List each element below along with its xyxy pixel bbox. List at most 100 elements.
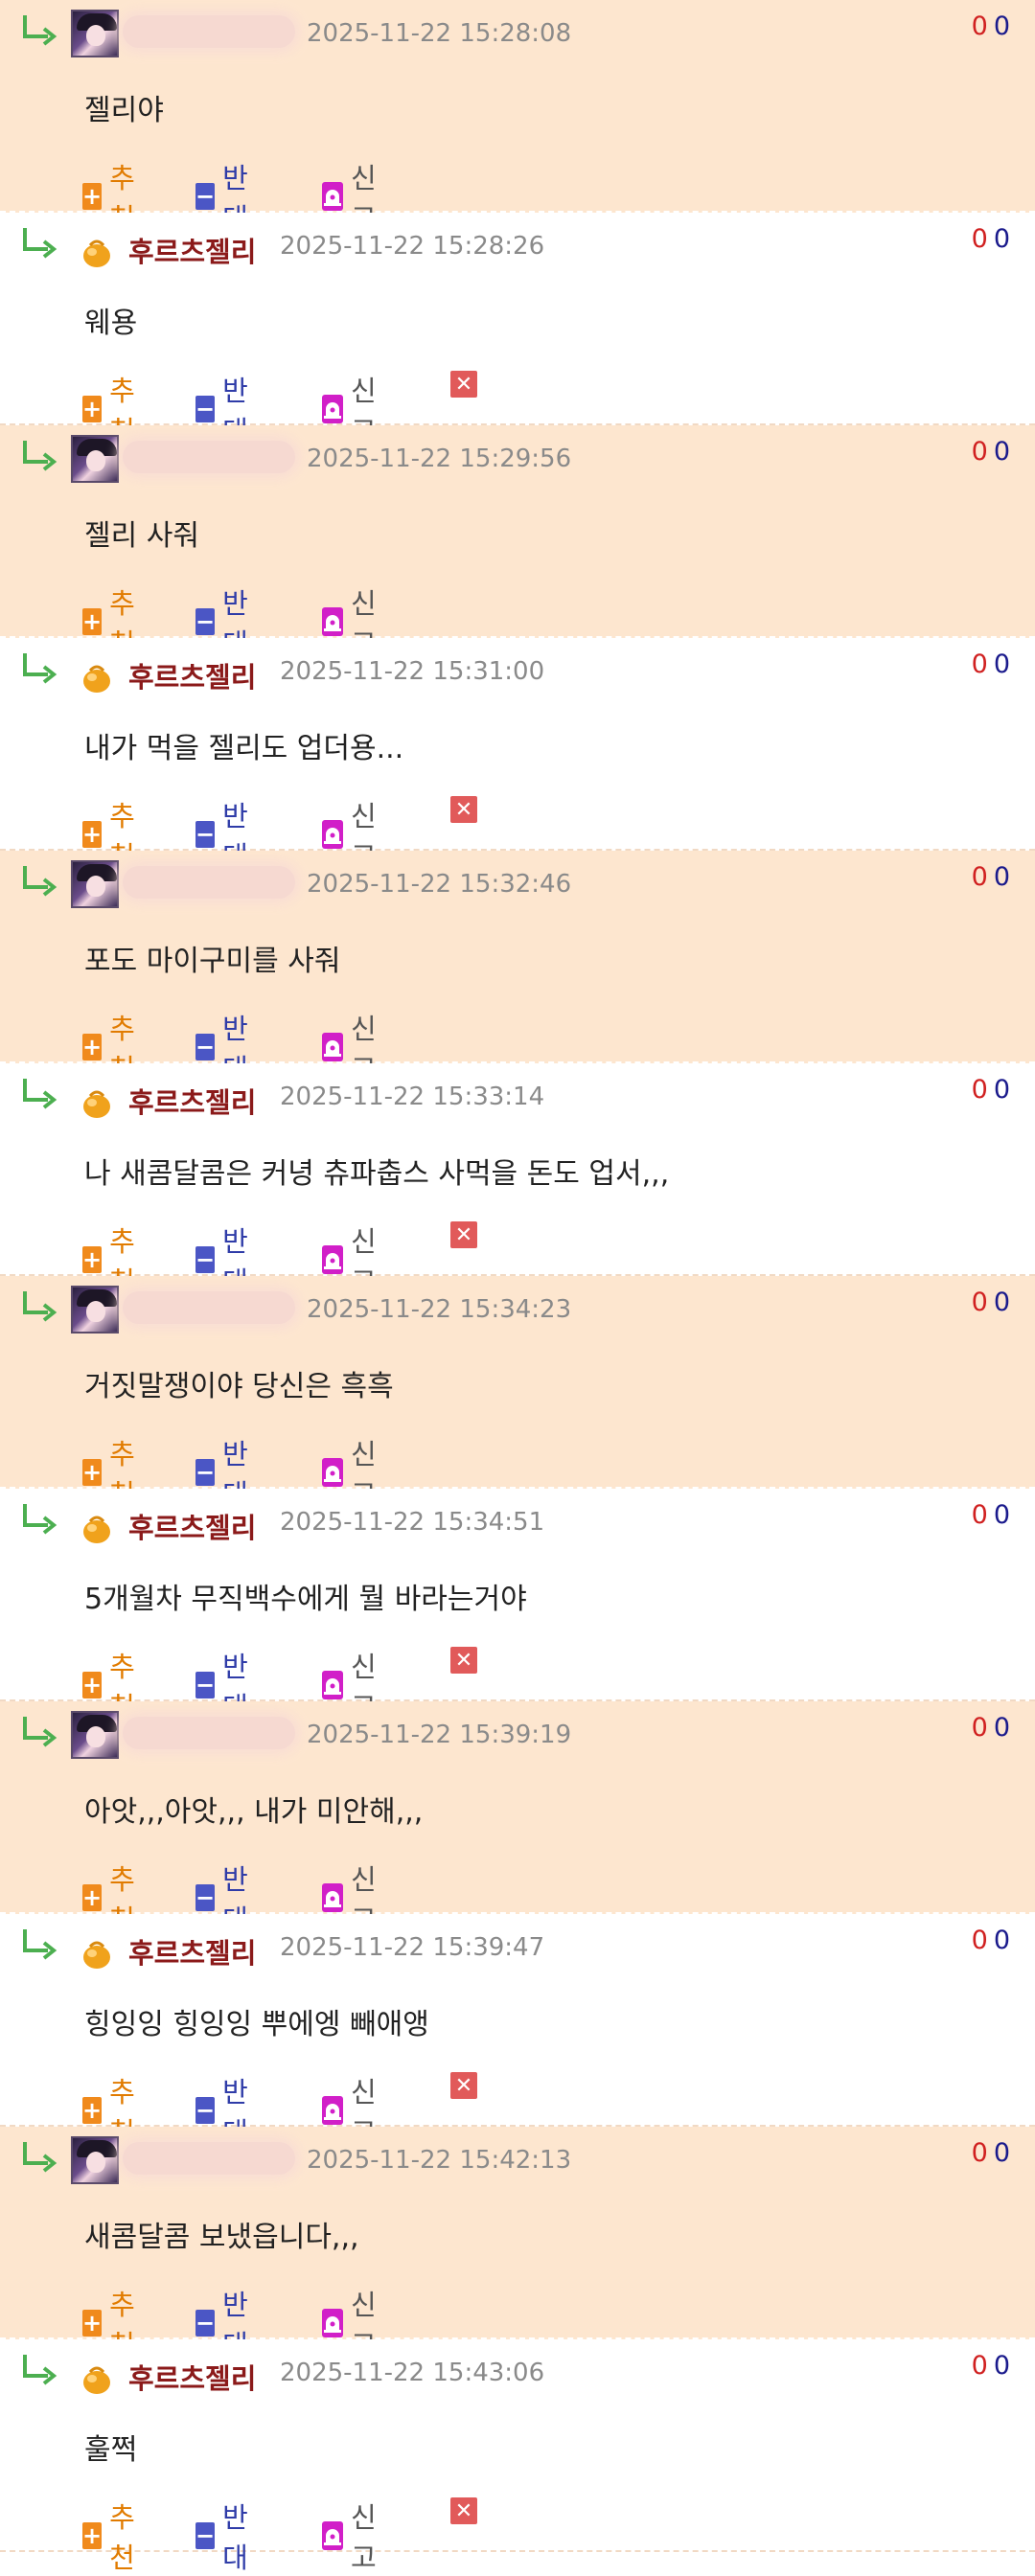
vote-score: 00 xyxy=(972,224,1010,254)
vote-score: 00 xyxy=(972,650,1010,679)
plus-icon: + xyxy=(82,1672,103,1698)
reply-arrow-icon xyxy=(19,651,58,686)
upvote-count: 0 xyxy=(971,650,988,679)
delete-button[interactable]: ✕ xyxy=(450,371,477,398)
reply-arrow-icon xyxy=(19,1502,58,1537)
comment-text: 젤리 사줘 xyxy=(84,519,199,553)
author-name[interactable]: 후르츠젤리 xyxy=(128,655,256,695)
minus-icon: − xyxy=(196,1459,216,1486)
comment-timestamp: 2025-11-22 15:29:56 xyxy=(307,445,572,473)
recommend-label: 추천 xyxy=(109,2501,135,2574)
comment-timestamp: 2025-11-22 15:31:00 xyxy=(280,657,545,686)
comment-item: 후르츠젤리 2025-11-22 15:34:51 0 0 5개월차 무직백수에게 뭘 … xyxy=(0,1489,1035,1723)
siren-icon xyxy=(322,1458,343,1487)
plus-icon: + xyxy=(82,396,103,422)
comment-item: 2025-11-22 15:34:2300거짓말쟁이야 당신은 흑흑+추천−반대… xyxy=(0,1276,1035,1511)
downvote-count: 0 xyxy=(993,1075,1010,1105)
vote-score: 00 xyxy=(972,1288,1010,1317)
comment-item: 2025-11-22 15:32:4600포도 마이구미를 사줘+추천−반대신고 xyxy=(0,851,1035,1085)
minus-icon: − xyxy=(196,2522,216,2549)
author-name[interactable]: 후르츠젤리 xyxy=(128,230,256,270)
author-name[interactable]: 후르츠젤리 xyxy=(128,1506,256,1546)
siren-icon xyxy=(322,1033,343,1061)
reply-arrow-icon xyxy=(19,1289,58,1324)
report-button[interactable]: 신고 xyxy=(322,2496,384,2576)
upvote-count: 0 xyxy=(971,437,988,467)
upvote-count: 0 xyxy=(971,1713,988,1743)
avatar[interactable] xyxy=(71,435,119,483)
author-name[interactable]: 후르츠젤리 xyxy=(128,1931,256,1972)
avatar[interactable] xyxy=(71,1711,119,1759)
oppose-label: 반대 xyxy=(222,2501,248,2574)
comment-timestamp: 2025-11-22 15:33:14 xyxy=(280,1083,545,1111)
siren-icon xyxy=(322,2309,343,2337)
delete-button[interactable]: ✕ xyxy=(450,1647,477,1674)
blurred-author-name xyxy=(123,1717,295,1749)
downvote-count: 0 xyxy=(993,224,1010,254)
comment-text: 거짓말쟁이야 당신은 흑흑 xyxy=(84,1370,394,1403)
minus-icon: − xyxy=(196,821,216,848)
jelly-level-icon xyxy=(80,663,113,695)
comment-text: 젤리야 xyxy=(84,94,164,127)
jelly-level-icon xyxy=(80,1514,113,1546)
delete-button[interactable]: ✕ xyxy=(450,2497,477,2524)
downvote-count: 0 xyxy=(993,437,1010,467)
comment-item: 후르츠젤리 2025-11-22 15:39:47 0 0 힝잉잉 힝잉잉 뿌에엥 빼애… xyxy=(0,1914,1035,2149)
avatar[interactable] xyxy=(71,1286,119,1334)
comment-text: 포도 마이구미를 사줘 xyxy=(84,945,341,978)
downvote-count: 0 xyxy=(993,2138,1010,2168)
downvote-count: 0 xyxy=(993,1500,1010,1530)
delete-button[interactable]: ✕ xyxy=(450,796,477,823)
downvote-count: 0 xyxy=(993,2351,1010,2381)
comment-timestamp: 2025-11-22 15:34:51 xyxy=(280,1508,545,1537)
siren-icon xyxy=(322,1671,343,1699)
reply-arrow-icon xyxy=(19,13,58,48)
downvote-count: 0 xyxy=(993,1926,1010,1955)
comment-text: 웨용 xyxy=(84,307,138,340)
comment-timestamp: 2025-11-22 15:34:23 xyxy=(307,1295,572,1324)
comment-text: 내가 먹을 젤리도 업더용... xyxy=(84,732,404,765)
comment-item: 후르츠젤리2025-11-22 15:28:2600웨용+추천−반대신고✕ xyxy=(0,213,1035,447)
upvote-count: 0 xyxy=(971,1926,988,1955)
delete-button[interactable]: ✕ xyxy=(450,2072,477,2099)
close-icon: ✕ xyxy=(454,2498,473,2523)
siren-icon xyxy=(322,1245,343,1274)
plus-icon: + xyxy=(82,1246,103,1273)
comment-timestamp: 2025-11-22 15:28:08 xyxy=(307,19,572,48)
siren-icon xyxy=(322,607,343,636)
vote-score: 00 xyxy=(972,2138,1010,2168)
report-label: 신고 xyxy=(351,2501,377,2574)
author-name[interactable]: 후르츠젤리 xyxy=(128,1081,256,1121)
minus-icon: − xyxy=(196,1672,216,1698)
author-name[interactable]: 후르츠젤리 xyxy=(128,2357,256,2397)
avatar[interactable] xyxy=(71,2136,119,2184)
siren-icon xyxy=(322,182,343,211)
blurred-author-name xyxy=(123,1291,295,1324)
siren-icon xyxy=(322,820,343,849)
reply-arrow-icon xyxy=(19,226,58,261)
upvote-count: 0 xyxy=(971,1288,988,1317)
plus-icon: + xyxy=(82,1459,103,1486)
comment-text: 새콤달콤 보냈읍니다,,, xyxy=(84,2221,359,2254)
jelly-level-icon xyxy=(80,238,113,270)
siren-icon xyxy=(322,2521,343,2550)
oppose-button[interactable]: −반대 xyxy=(196,2496,256,2576)
downvote-count: 0 xyxy=(993,650,1010,679)
avatar[interactable] xyxy=(71,860,119,908)
jelly-level-icon xyxy=(80,2364,113,2397)
delete-button[interactable]: ✕ xyxy=(450,1221,477,1248)
downvote-count: 0 xyxy=(993,11,1010,41)
avatar[interactable] xyxy=(71,10,119,57)
reply-arrow-icon xyxy=(19,439,58,473)
comment-text: 힝잉잉 힝잉잉 뿌에엥 빼애앵 xyxy=(84,2008,429,2041)
vote-score: 00 xyxy=(972,1500,1010,1530)
upvote-count: 0 xyxy=(971,224,988,254)
minus-icon: − xyxy=(196,608,216,635)
upvote-count: 0 xyxy=(971,862,988,892)
vote-score: 00 xyxy=(972,1713,1010,1743)
recommend-button[interactable]: +추천 xyxy=(82,2496,143,2576)
downvote-count: 0 xyxy=(993,1713,1010,1743)
blurred-author-name xyxy=(123,2142,295,2175)
upvote-count: 0 xyxy=(971,1500,988,1530)
minus-icon: − xyxy=(196,1034,216,1060)
